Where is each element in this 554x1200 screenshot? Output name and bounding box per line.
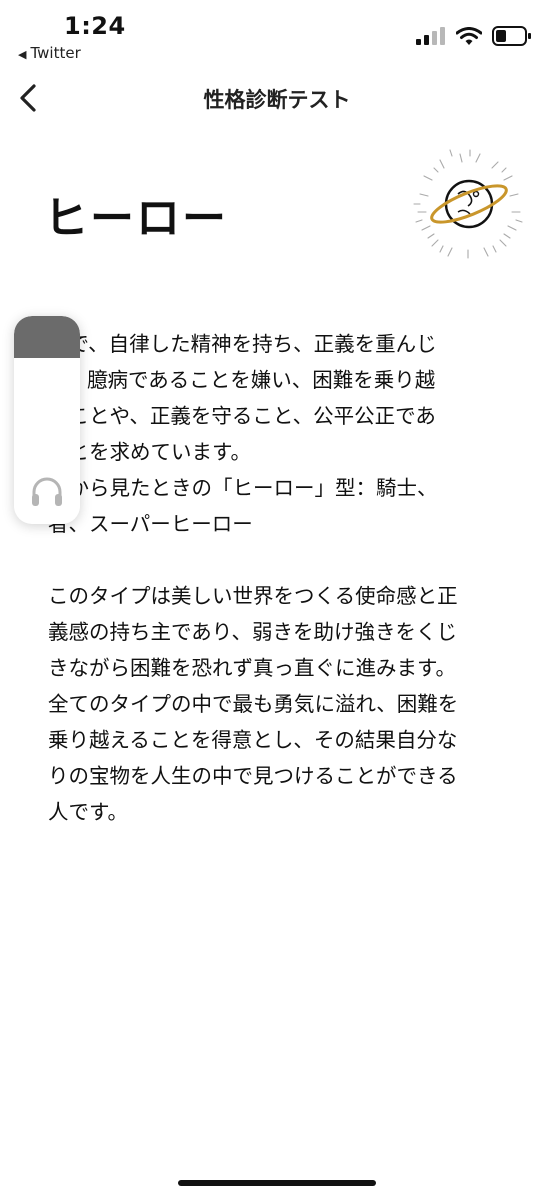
audio-volume-slider[interactable] (14, 316, 80, 524)
description-paragraph-1: 教で、自律した精神を持ち、正義を重んじ す。臆病であることを嫌い、困難を乗り越 … (48, 332, 438, 536)
back-app-label: Twitter (30, 44, 81, 62)
headphones-icon (32, 477, 62, 506)
description-paragraph-2: このタイプは美しい世界をつくる使命感と正 義感の持ち主であり、弱きを助け強きをく… (48, 584, 459, 824)
status-icons (416, 26, 532, 46)
back-to-app-link[interactable]: ◀ Twitter (18, 44, 81, 62)
result-description: 教で、自律した精神を持ち、正義を重んじ す。臆病であることを嫌い、困難を乗り越 … (48, 326, 508, 866)
status-time: 1:24 (64, 12, 126, 40)
signal-icon (416, 27, 445, 45)
page-title: 性格診断テスト (203, 88, 351, 112)
home-indicator[interactable] (178, 1180, 376, 1186)
back-app-arrow-icon: ◀ (18, 48, 27, 61)
volume-level-fill (14, 316, 80, 358)
result-type-title: ヒーロー (44, 193, 228, 244)
battery-icon (492, 26, 531, 46)
planet-icon (413, 149, 523, 259)
navigation-bar: 性格診断テスト (0, 72, 554, 128)
status-bar: 1:24 ◀ Twitter (0, 0, 554, 70)
wifi-icon (456, 26, 482, 45)
